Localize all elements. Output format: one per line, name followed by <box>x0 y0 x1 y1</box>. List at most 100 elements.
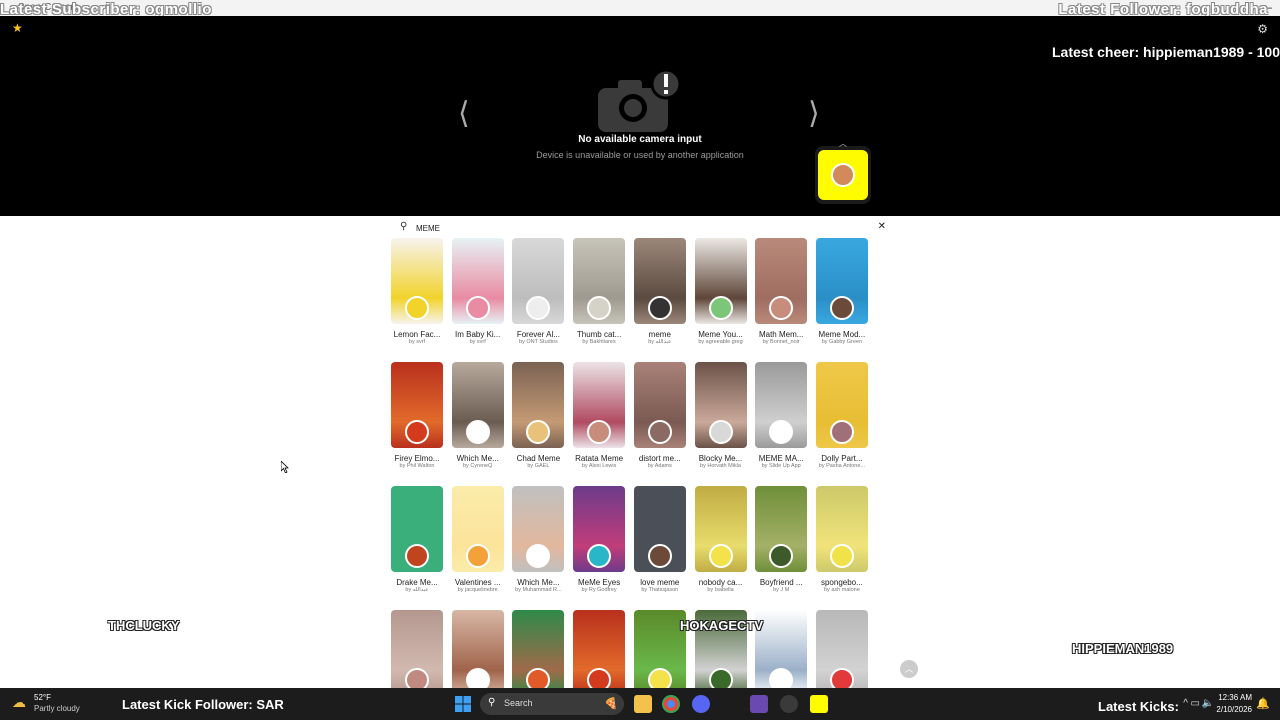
lens-avatar <box>465 544 490 568</box>
lens-tile[interactable] <box>815 610 868 688</box>
lens-name: spongebo... <box>820 578 863 587</box>
lens-tile[interactable]: Meme Mod... by Gabby Green <box>815 238 868 345</box>
lens-tile[interactable]: meme by عبدالله <box>633 238 686 345</box>
lens-name: Meme You... <box>698 330 743 339</box>
search-icon: ⚲ <box>488 697 496 708</box>
lens-name: Chad Meme <box>516 454 561 463</box>
lens-tile[interactable]: Lemon Fac... by svrf <box>391 238 443 345</box>
lens-search-input[interactable] <box>416 220 856 236</box>
lens-avatar <box>526 420 551 444</box>
lens-creator: by Isabella <box>707 587 734 593</box>
tray-chevron-icon[interactable]: ^ <box>1183 698 1188 709</box>
lens-avatar <box>647 544 672 568</box>
discord-icon[interactable] <box>692 695 710 713</box>
lens-tile[interactable]: Drake Me... by عبدالله <box>391 486 443 593</box>
lens-creator: by Gabby Green <box>821 339 863 345</box>
lens-thumbnail <box>391 238 443 324</box>
lens-tile[interactable]: Chad Meme by GAEL <box>512 362 565 469</box>
lens-name: Valentines ... <box>454 578 501 587</box>
volume-icon[interactable]: 🔈 <box>1202 698 1214 709</box>
lens-tile[interactable]: Dolly Part... by Pasha Antone... <box>815 362 868 469</box>
lens-tile[interactable] <box>391 610 443 688</box>
lens-creator: by svrf <box>469 339 486 345</box>
notification-bell-icon[interactable]: 🔔 <box>1256 697 1270 710</box>
lens-tile[interactable]: Forever Al... by ONT Studios <box>512 238 565 345</box>
lens-tile[interactable]: Blocky Me... by Horvath Mikla <box>694 362 747 469</box>
lens-tile[interactable]: Boyfriend ... by J M <box>755 486 808 593</box>
scroll-to-top-button[interactable]: ︿ <box>900 660 918 678</box>
lens-tile[interactable] <box>512 610 565 688</box>
lens-tile[interactable] <box>573 610 626 688</box>
lens-creator: by Thatssjason <box>641 587 679 593</box>
weather-icon[interactable]: ☁ <box>12 694 26 711</box>
close-icon[interactable]: ✕ <box>878 221 886 232</box>
lens-tile[interactable]: Ratata Meme by Alexi Lewis <box>573 362 626 469</box>
network-icon[interactable]: ▭ <box>1191 698 1200 709</box>
lens-creator: by Bakhtiares <box>582 339 616 345</box>
lens-avatar <box>647 420 672 444</box>
lens-thumbnail <box>633 486 686 572</box>
lens-thumbnail <box>573 362 626 448</box>
lens-thumbnail <box>694 238 747 324</box>
lens-thumbnail <box>633 610 686 688</box>
lens-avatar <box>769 544 794 568</box>
lens-name: Firey Elmo... <box>394 454 440 463</box>
clock-date[interactable]: 2/10/2026 <box>1216 705 1252 714</box>
mouse-cursor-icon <box>281 461 289 473</box>
lens-thumbnail <box>512 610 565 688</box>
lens-avatar <box>465 420 490 444</box>
camera-unavailable-icon <box>598 70 682 132</box>
taskbar-search[interactable]: ⚲ Search 🍕 <box>480 693 624 715</box>
lens-tile[interactable]: Im Baby Ki... by svrf <box>451 238 504 345</box>
lens-tile[interactable]: love meme by Thatssjason <box>633 486 686 593</box>
lens-tile[interactable]: Firey Elmo... by Phil Walton <box>391 362 443 469</box>
lens-avatar <box>829 296 854 320</box>
viewer-name-thclucky: THCLUCKY <box>108 618 180 633</box>
lens-tile[interactable]: Which Me... by CyreneQ <box>451 362 504 469</box>
lens-name: Which Me... <box>517 578 560 587</box>
lens-name: Dolly Part... <box>821 454 863 463</box>
lens-thumbnail <box>451 362 504 448</box>
lens-thumbnail <box>755 238 808 324</box>
star-icon[interactable]: ★ <box>12 22 24 34</box>
next-lens-arrow[interactable]: ⟩ <box>808 96 820 131</box>
file-explorer-icon[interactable] <box>634 695 652 713</box>
lens-tile[interactable]: MeMe Eyes by Ry Godfrey <box>573 486 626 593</box>
lens-avatar <box>465 668 490 688</box>
lens-thumbnail <box>451 238 504 324</box>
lens-tile[interactable]: Math Mem... by Bonnet_noir <box>755 238 808 345</box>
obs-icon[interactable] <box>780 695 798 713</box>
snapcode-lens-button[interactable]: ︿ <box>815 139 871 204</box>
lens-name: Boyfriend ... <box>759 578 803 587</box>
lens-avatar <box>587 296 612 320</box>
lens-avatar <box>769 296 794 320</box>
lens-tile[interactable] <box>633 610 686 688</box>
twitch-icon[interactable] <box>750 695 768 713</box>
gear-icon[interactable]: ⚙ <box>1257 22 1268 36</box>
lens-avatar <box>708 544 733 568</box>
lens-tile[interactable]: Thumb cat... by Bakhtiares <box>573 238 626 345</box>
prev-lens-arrow[interactable]: ⟨ <box>458 96 470 131</box>
lens-name: MeMe Eyes <box>577 578 621 587</box>
lens-tile[interactable]: Meme You... by agreeable greg <box>694 238 747 345</box>
lens-tile[interactable]: Valentines ... by jacquelinebre <box>451 486 504 593</box>
windows-taskbar: ☁ 52°F Partly cloudy Latest Kick Followe… <box>0 688 1280 720</box>
no-camera-subtitle: Device is unavailable or used by another… <box>536 150 744 160</box>
lens-tile[interactable] <box>451 610 504 688</box>
lens-creator: by ash malone <box>824 587 860 593</box>
snap-camera-icon[interactable] <box>810 695 828 713</box>
lens-tile[interactable]: spongebo... by ash malone <box>815 486 868 593</box>
lens-tile[interactable]: distort me... by Adams <box>633 362 686 469</box>
lens-tile[interactable]: Which Me... by Muhammad R... <box>512 486 565 593</box>
lens-tile[interactable]: nobody ca... by Isabella <box>694 486 747 593</box>
lens-creator: by jacquelinebre <box>457 587 498 593</box>
no-camera-title: No available camera input <box>578 134 702 145</box>
lens-thumbnail <box>815 610 868 688</box>
clock-time[interactable]: 12:36 AM <box>1218 693 1252 702</box>
lens-name: Which Me... <box>456 454 499 463</box>
lens-avatar <box>587 668 612 688</box>
lens-search-bar: ⚲ ✕ <box>392 220 892 236</box>
chrome-icon[interactable] <box>662 695 680 713</box>
lens-tile[interactable]: MEME MA... by Slide Up App <box>755 362 808 469</box>
windows-start-icon[interactable] <box>455 696 471 712</box>
